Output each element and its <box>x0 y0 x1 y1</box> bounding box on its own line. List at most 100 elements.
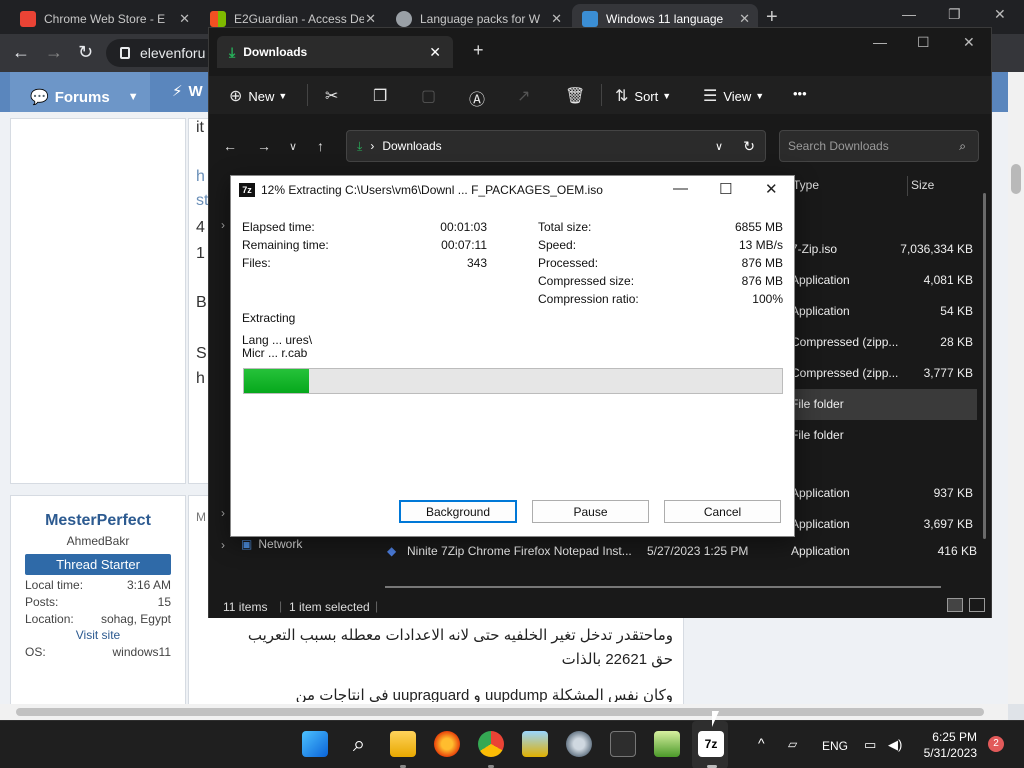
up-arrow-icon[interactable]: ↑ <box>317 138 324 154</box>
browser-tab-chrome-web-store[interactable]: Chrome Web Store - E ✕ <box>10 4 198 34</box>
minimize-button[interactable]: — <box>873 34 887 50</box>
forward-arrow-icon[interactable]: → <box>257 138 271 154</box>
close-icon[interactable]: ✕ <box>429 44 441 61</box>
terminal-icon[interactable] <box>610 731 636 757</box>
delete-button[interactable]: 🗑 <box>565 86 591 106</box>
current-file: Micr ... r.cab <box>242 346 308 360</box>
forward-arrow-icon[interactable]: → <box>45 42 63 63</box>
refresh-icon[interactable]: ↻ <box>743 138 755 155</box>
visit-site-link[interactable]: Visit site <box>11 628 185 642</box>
view-button[interactable]: ☰ View ▼ <box>703 86 764 106</box>
search-input[interactable]: Search Downloads ⌕ <box>779 130 979 162</box>
divider <box>601 84 602 106</box>
back-arrow-icon[interactable]: ← <box>223 138 237 154</box>
scroll-thumb[interactable] <box>16 708 984 716</box>
share-button[interactable]: ↗ <box>517 86 536 106</box>
display-icon[interactable]: ▭ <box>864 737 876 753</box>
close-button[interactable]: ✕ <box>994 6 1006 23</box>
more-options-button[interactable]: ••• <box>793 86 807 101</box>
network-disconnected-icon[interactable]: ▱ <box>788 737 797 751</box>
details-view-icon[interactable] <box>947 598 963 612</box>
show-hidden-icons-chevron[interactable]: ^ <box>758 735 765 751</box>
username-link[interactable]: MesterPerfect <box>11 512 185 530</box>
file-row[interactable]: Application 3,697 KB <box>789 509 977 540</box>
remaining-label: Remaining time: <box>242 238 329 252</box>
new-button[interactable]: ⊕ New ▼ <box>229 86 287 106</box>
settings-gear-icon[interactable] <box>566 731 592 757</box>
notification-badge[interactable]: 2 <box>988 736 1004 752</box>
search-icon[interactable]: ⌕ <box>346 731 372 757</box>
file-row[interactable]: Compressed (zipp... 3,777 KB <box>789 358 977 389</box>
chevron-right-icon[interactable]: › <box>221 538 225 552</box>
ninite-icon: ◆ <box>387 544 397 558</box>
file-row-ninite[interactable]: ◆ Ninite 7Zip Chrome Firefox Notepad Ins… <box>385 544 977 564</box>
back-arrow-icon[interactable]: ← <box>12 42 30 63</box>
maximize-button[interactable]: ☐ <box>719 180 732 198</box>
close-icon[interactable]: ✕ <box>551 11 562 27</box>
file-row[interactable]: File folder <box>789 420 977 451</box>
column-header-size[interactable]: Size <box>911 178 934 192</box>
rename-button[interactable]: Ⓐ <box>469 86 491 110</box>
file-explorer-icon[interactable] <box>390 731 416 757</box>
copy-button[interactable]: ❐ <box>373 86 393 106</box>
clock-time[interactable]: 6:25 PM <box>931 730 977 744</box>
7zip-icon[interactable]: 7z <box>698 731 724 757</box>
language-indicator[interactable]: ENG <box>822 739 848 753</box>
maximize-button[interactable]: ☐ <box>917 34 930 51</box>
recent-chevron-icon[interactable]: ∨ <box>289 140 297 153</box>
sort-button[interactable]: ⇅ Sort ▼ <box>615 86 671 106</box>
chrome-icon[interactable] <box>478 731 504 757</box>
file-row[interactable]: 7-Zip.iso 7,036,334 KB <box>789 234 977 265</box>
chevron-right-icon[interactable]: › <box>221 506 225 520</box>
item-count: 11 items <box>223 600 268 614</box>
minimize-button[interactable]: — <box>902 6 916 22</box>
elapsed-label: Elapsed time: <box>242 220 315 234</box>
scroll-thumb[interactable] <box>1011 164 1021 194</box>
forums-menu-item[interactable]: 💬 Forums ▼ <box>10 72 150 112</box>
chevron-down-icon[interactable]: ∨ <box>715 140 723 153</box>
explorer-scrollbar[interactable] <box>983 193 986 539</box>
file-row[interactable]: Application 4,081 KB <box>789 265 977 296</box>
column-header-type[interactable]: Type <box>793 178 819 192</box>
address-row: ← → ∨ ↑ ⤓ › Downloads ∨ ↻ Search Downloa… <box>209 120 991 164</box>
cancel-button[interactable]: Cancel <box>664 500 781 523</box>
horizontal-scroll-thumb[interactable] <box>385 586 941 588</box>
new-tab-button[interactable]: + <box>766 6 778 29</box>
start-windows-icon[interactable] <box>302 731 328 757</box>
pause-button[interactable]: Pause <box>532 500 649 523</box>
page-vertical-scrollbar[interactable] <box>1008 72 1024 704</box>
close-icon[interactable]: ✕ <box>365 11 376 27</box>
new-tab-button[interactable]: + <box>473 40 484 61</box>
close-button[interactable]: ✕ <box>765 180 778 198</box>
tiles-view-icon[interactable] <box>969 598 985 612</box>
app-icon[interactable] <box>522 731 548 757</box>
whats-new-menu-item[interactable]: ⚡ W <box>172 82 203 101</box>
page-horizontal-scrollbar[interactable] <box>0 704 1008 720</box>
close-button[interactable]: ✕ <box>963 34 975 51</box>
close-icon[interactable]: ✕ <box>739 11 750 27</box>
chevron-right-icon[interactable]: › <box>221 218 225 232</box>
paste-button[interactable]: ▢ <box>421 86 442 106</box>
file-row-selected[interactable]: File folder <box>789 389 977 420</box>
file-row[interactable]: Compressed (zipp... 28 KB <box>789 327 977 358</box>
reload-icon[interactable]: ↻ <box>78 42 93 63</box>
speed-label: Speed: <box>538 238 577 252</box>
os-row: OS: windows11 <box>25 645 171 659</box>
cut-button[interactable]: ✂ <box>325 86 344 106</box>
maximize-button[interactable]: ❐ <box>948 6 961 23</box>
7zip-icon: 7z <box>239 183 255 197</box>
clock-date[interactable]: 5/31/2023 <box>921 746 977 760</box>
nav-network[interactable]: ▣ Network <box>241 537 302 551</box>
path-bar[interactable]: ⤓ › Downloads ∨ ↻ <box>346 130 766 162</box>
file-row[interactable]: Application 54 KB <box>789 296 977 327</box>
background-button[interactable]: Background <box>399 500 517 523</box>
minimize-button[interactable]: — <box>673 180 688 197</box>
file-row[interactable]: Application 937 KB <box>789 478 977 509</box>
elapsed-value: 00:01:03 <box>440 220 487 234</box>
column-divider[interactable] <box>907 176 908 196</box>
volume-icon[interactable]: ◀) <box>888 737 902 753</box>
notepad-icon[interactable] <box>654 731 680 757</box>
close-icon[interactable]: ✕ <box>179 11 190 27</box>
explorer-tab-downloads[interactable]: ⤓ Downloads ✕ <box>217 36 453 68</box>
firefox-icon[interactable] <box>434 731 460 757</box>
